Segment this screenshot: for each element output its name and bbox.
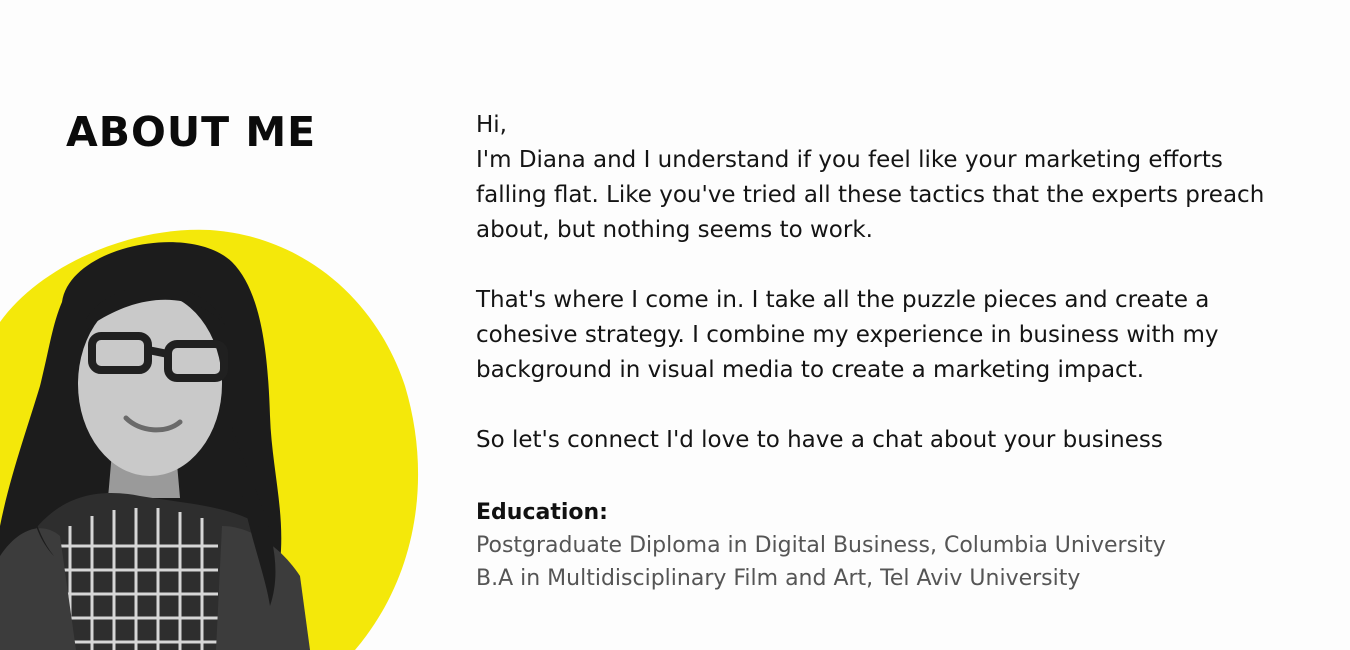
bio-line: That's where I come in. I take all the p… [476,287,1210,313]
education-item: Postgraduate Diploma in Digital Business… [476,533,1166,558]
education-title: Education: [476,500,608,525]
bio-line: falling flat. Like you've tried all thes… [476,182,1265,208]
education-item: B.A in Multidisciplinary Film and Art, T… [476,566,1081,591]
bio-line: So let's connect I'd love to have a chat… [476,427,1163,453]
bio-content: Hi, I'm Diana and I understand if you fe… [476,108,1306,595]
bio-line: cohesive strategy. I combine my experien… [476,322,1219,348]
bio-line: I'm Diana and I understand if you feel l… [476,147,1223,173]
profile-photo [0,226,430,650]
page-title: ABOUT ME [66,108,317,156]
bio-line: about, but nothing seems to work. [476,217,873,243]
greeting: Hi, [476,112,507,138]
bio-line: background in visual media to create a m… [476,357,1145,383]
